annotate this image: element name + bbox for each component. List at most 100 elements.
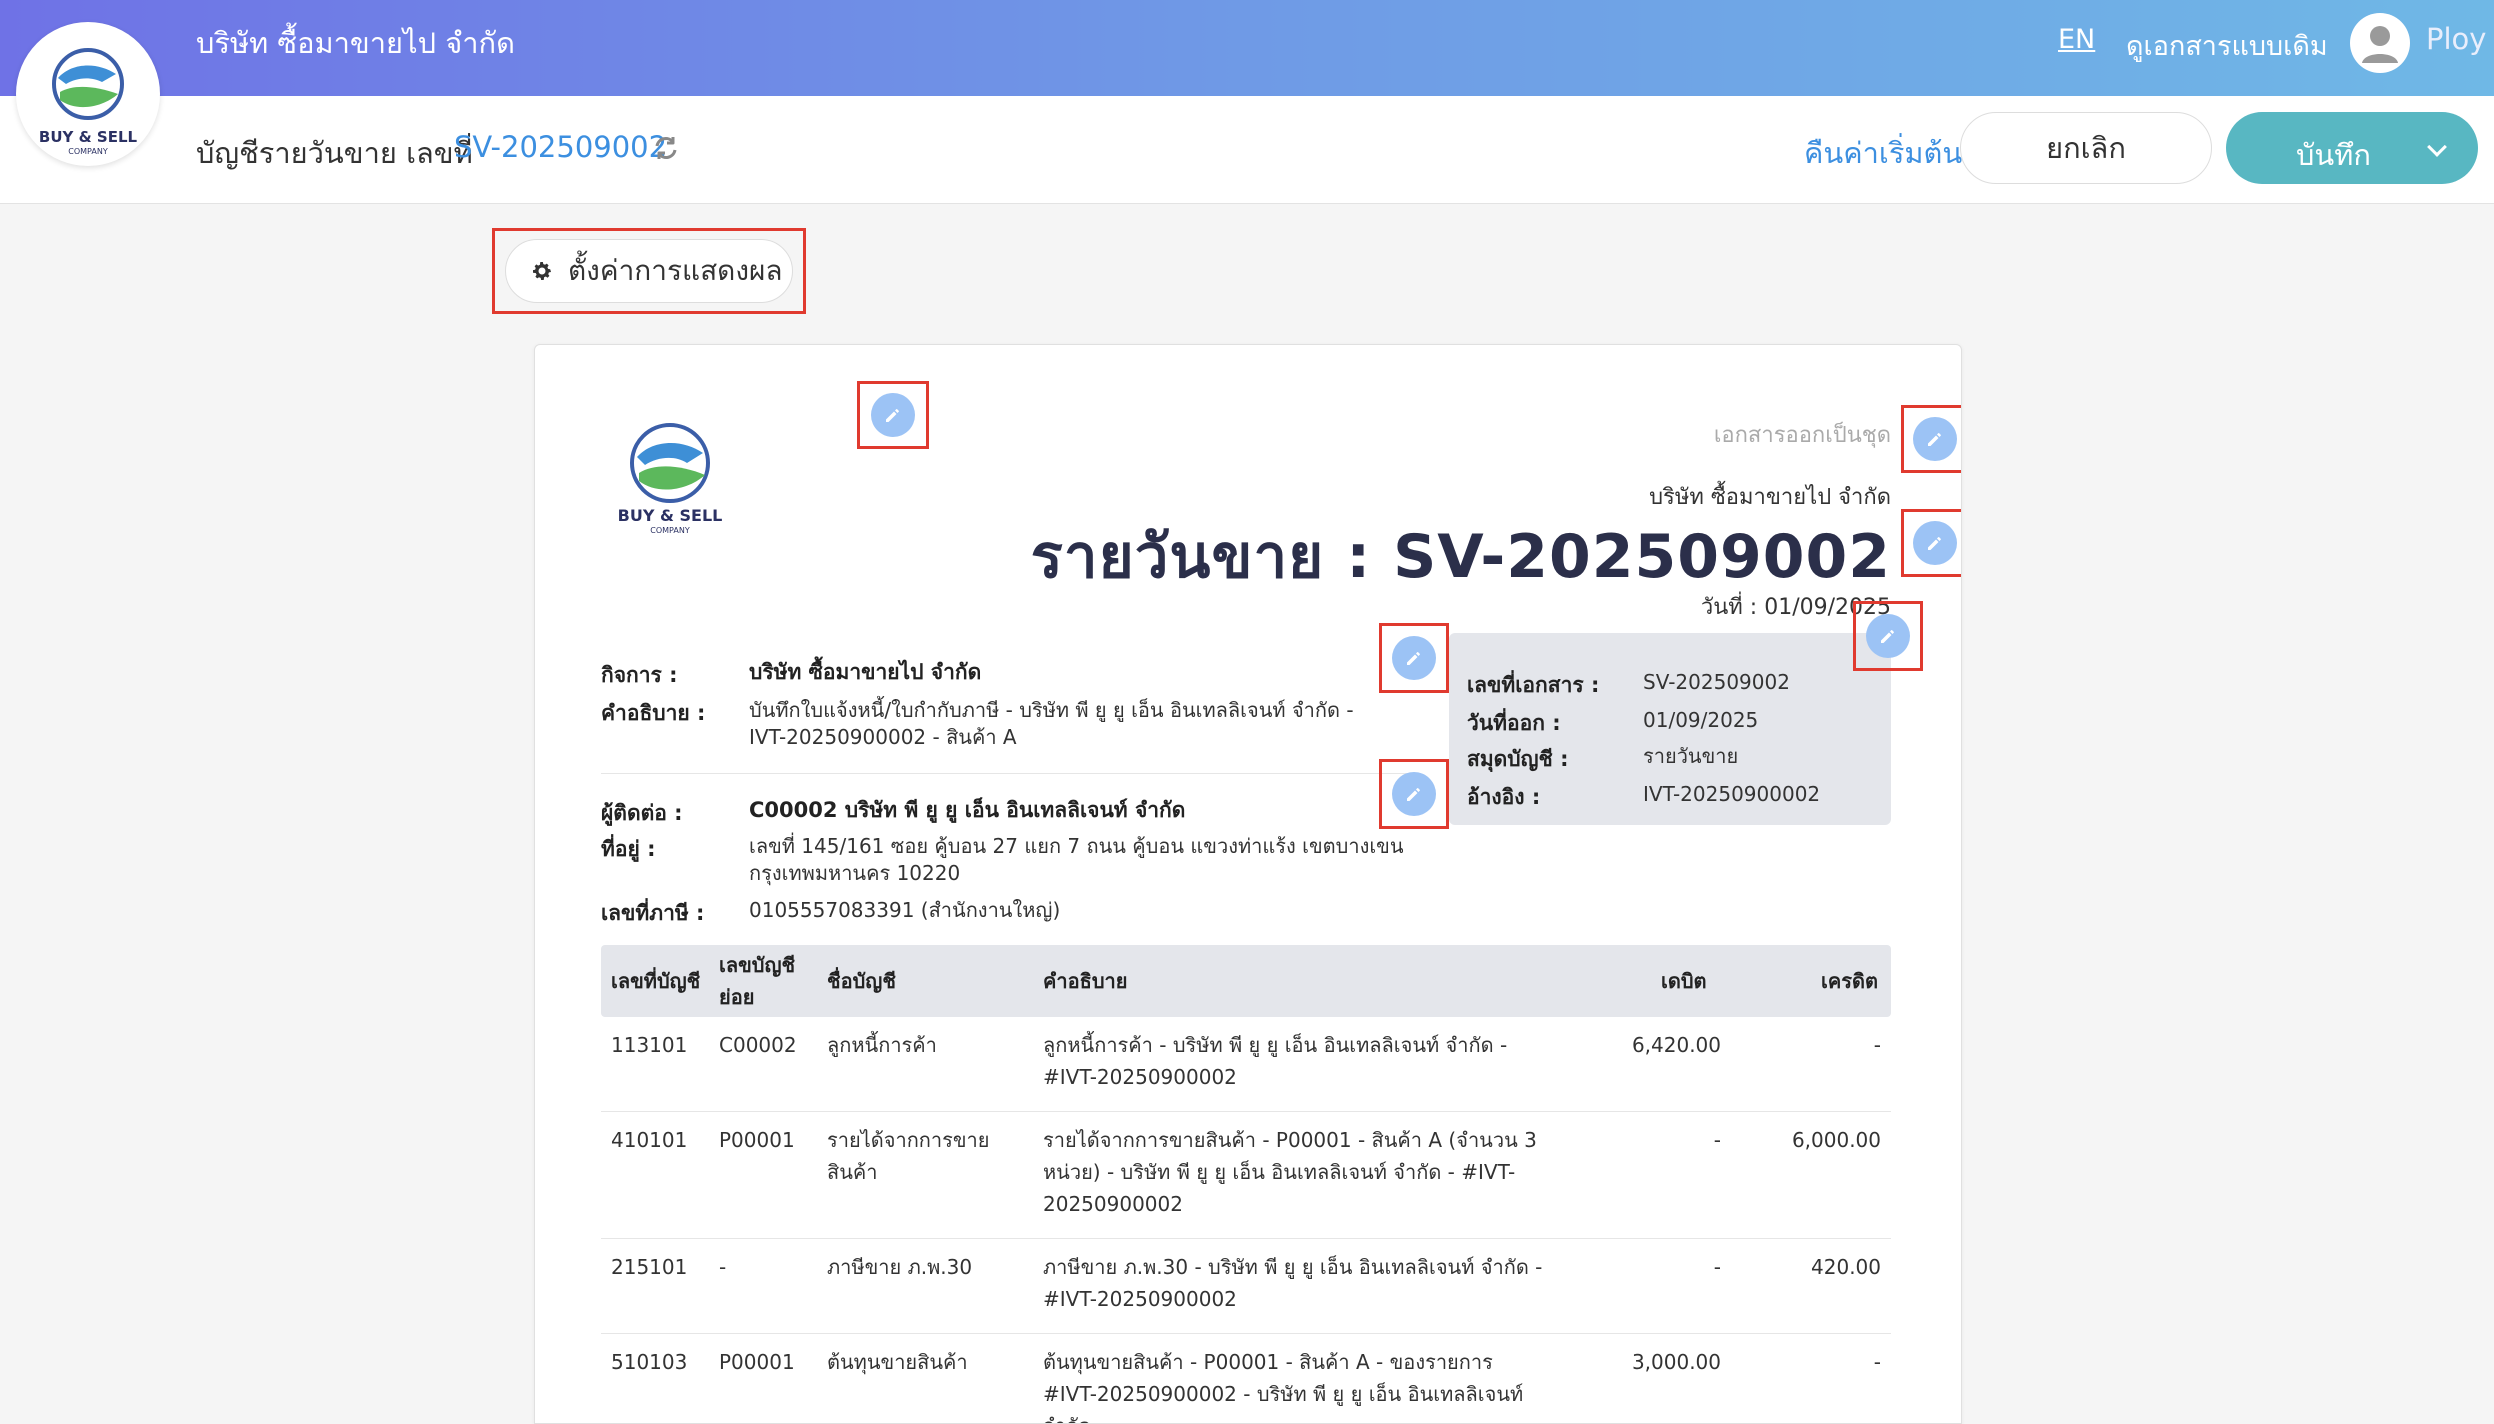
description-label: คำอธิบาย : (601, 701, 706, 725)
table-header: เลขที่บัญชี เลขบัญชีย่อย ชื่อบัญชี คำอธิ… (601, 945, 1891, 1017)
document-logo: BUY & SELL COMPANY (615, 417, 725, 537)
issue-date-label: วันที่ออก : (1467, 711, 1561, 735)
old-document-view-link[interactable]: ดูเอกสารแบบเดิม (2126, 24, 2328, 67)
save-button-label: บันทึก (2296, 138, 2371, 172)
edit-business-button[interactable] (1392, 636, 1436, 680)
description-value: บันทึกใบแจ้งหนี้/ใบกำกับภาษี - บริษัท พี… (749, 698, 1354, 749)
top-header: บริษัท ซื้อมาขายไป จำกัด EN ดูเอกสารแบบเ… (0, 0, 2494, 96)
cell-description: ภาษีขาย ภ.พ.30 - บริษัท พี ยู ยู เอ็น อิ… (1043, 1255, 1543, 1311)
cell-account-name: ต้นทุนขายสินค้า (827, 1350, 968, 1374)
table-row: 113101 C00002 ลูกหนี้การค้า ลูกหนี้การค้… (601, 1017, 1891, 1112)
table-row: 215101 - ภาษีขาย ภ.พ.30 ภาษีขาย ภ.พ.30 -… (601, 1239, 1891, 1334)
svg-text:BUY & SELL: BUY & SELL (618, 506, 723, 525)
issue-date-value: 01/09/2025 (1643, 708, 1759, 732)
document-meta-box: เลขที่เอกสาร : SV-202509002 วันที่ออก : … (1449, 633, 1891, 825)
edit-copy-note-highlight (1901, 405, 1961, 473)
reference-value: IVT-20250900002 (1643, 782, 1821, 806)
cell-credit: 420.00 (1811, 1255, 1881, 1279)
cell-credit: 6,000.00 (1791, 1128, 1881, 1152)
company-logo: BUY & SELL COMPANY (16, 22, 160, 166)
display-settings-highlight: ตั้งค่าการแสดงผล (492, 228, 806, 314)
cell-debit: 3,000.00 (1631, 1350, 1721, 1374)
cancel-button[interactable]: ยกเลิก (1960, 112, 2212, 184)
docno-value: SV-202509002 (1643, 670, 1790, 694)
column-header-debit: เดบิต (1661, 969, 1707, 993)
edit-contact-highlight (1379, 759, 1449, 829)
edit-logo-button[interactable] (871, 393, 915, 437)
company-name: บริษัท ซื้อมาขายไป จำกัด (196, 26, 515, 60)
pencil-icon (1407, 788, 1420, 801)
document-preview: BUY & SELL COMPANY เอกสารออกเป็นชุด บริษ… (534, 344, 1962, 1424)
pencil-icon (1881, 630, 1894, 643)
edit-meta-highlight (1853, 601, 1923, 671)
page-title: บัญชีรายวันขาย เลขที่ (196, 136, 473, 170)
svg-text:BUY & SELL: BUY & SELL (39, 128, 138, 146)
user-avatar-icon[interactable] (2350, 13, 2410, 73)
document-number: SV-202509002 (454, 130, 668, 164)
column-header-account-name: ชื่อบัญชี (827, 969, 896, 993)
cell-debit: - (1713, 1255, 1721, 1279)
display-settings-button[interactable]: ตั้งค่าการแสดงผล (505, 239, 793, 303)
cell-account-no: 410101 (611, 1128, 688, 1152)
language-switch-link[interactable]: EN (2058, 24, 2095, 55)
table-row: 510103 P00001 ต้นทุนขายสินค้า ต้นทุนขายส… (601, 1334, 1891, 1423)
cell-sub-account: P00001 (719, 1350, 795, 1374)
pencil-icon (886, 409, 899, 422)
taxid-label: เลขที่ภาษี : (601, 901, 705, 925)
business-label: กิจการ : (601, 663, 678, 687)
edit-logo-highlight (857, 381, 929, 449)
chevron-down-icon[interactable] (2427, 137, 2447, 157)
save-button[interactable]: บันทึก (2226, 112, 2478, 184)
cell-description: รายได้จากการขายสินค้า - P00001 - สินค้า … (1043, 1128, 1537, 1216)
cell-credit: - (1873, 1350, 1881, 1374)
display-settings-label: ตั้งค่าการแสดงผล (568, 254, 783, 287)
docno-label: เลขที่เอกสาร : (1467, 673, 1600, 697)
cell-account-name: ลูกหนี้การค้า (827, 1033, 937, 1057)
cell-sub-account: C00002 (719, 1033, 797, 1057)
reference-label: อ้างอิง : (1467, 785, 1541, 809)
refresh-icon[interactable] (652, 134, 680, 162)
edit-contact-button[interactable] (1392, 772, 1436, 816)
journal-book-label: สมุดบัญชี : (1467, 747, 1569, 771)
journal-book-value: รายวันขาย (1643, 744, 1739, 768)
svg-text:COMPANY: COMPANY (68, 147, 108, 156)
cell-sub-account: P00001 (719, 1128, 795, 1152)
edit-title-button[interactable] (1913, 521, 1957, 565)
contact-label: ผู้ติดต่อ : (601, 801, 683, 825)
column-header-sub-account: เลขบัญชีย่อย (719, 953, 796, 1009)
svg-text:COMPANY: COMPANY (650, 526, 690, 535)
cell-description: ต้นทุนขายสินค้า - P00001 - สินค้า A - ขอ… (1043, 1350, 1524, 1423)
cell-debit: 6,420.00 (1631, 1033, 1721, 1057)
contact-value: C00002 บริษัท พี ยู ยู เอ็น อินเทลลิเจนท… (749, 798, 1186, 822)
cell-account-name: รายได้จากการขายสินค้า (827, 1128, 990, 1184)
cell-credit: - (1873, 1033, 1881, 1057)
pencil-icon (1407, 652, 1420, 665)
edit-meta-button[interactable] (1866, 614, 1910, 658)
taxid-value: 0105557083391 (สำนักงานใหญ่) (749, 898, 1061, 922)
edit-copy-note-button[interactable] (1913, 417, 1957, 461)
edit-business-highlight (1379, 623, 1449, 693)
pencil-icon (1928, 433, 1941, 446)
reset-defaults-link[interactable]: คืนค่าเริ่มต้น (1804, 130, 1962, 176)
edit-title-highlight (1901, 509, 1961, 577)
column-header-credit: เครดิต (1821, 969, 1878, 993)
cell-description: ลูกหนี้การค้า - บริษัท พี ยู ยู เอ็น อิน… (1043, 1033, 1508, 1089)
address-label: ที่อยู่ : (601, 837, 656, 861)
copy-set-note: เอกสารออกเป็นชุด (1713, 423, 1891, 448)
cell-account-no: 113101 (611, 1033, 688, 1057)
column-header-description: คำอธิบาย (1043, 969, 1128, 993)
cell-sub-account: - (719, 1255, 727, 1279)
cell-debit: - (1713, 1128, 1721, 1152)
user-name[interactable]: Ploy (2426, 22, 2486, 56)
gear-icon (533, 262, 551, 280)
cell-account-no: 510103 (611, 1350, 688, 1374)
column-header-account-no: เลขที่บัญชี (611, 969, 701, 993)
cell-account-no: 215101 (611, 1255, 688, 1279)
pencil-icon (1928, 537, 1941, 550)
address-value: เลขที่ 145/161 ซอย คู้บอน 27 แยก 7 ถนน ค… (749, 834, 1404, 885)
divider (601, 773, 1421, 774)
table-row: 410101 P00001 รายได้จากการขายสินค้า รายไ… (601, 1112, 1891, 1239)
document-toolbar: บัญชีรายวันขาย เลขที่ SV-202509002 คืนค่… (0, 96, 2494, 204)
cell-account-name: ภาษีขาย ภ.พ.30 (827, 1255, 973, 1279)
business-value: บริษัท ซื้อมาขายไป จำกัด (749, 660, 982, 684)
